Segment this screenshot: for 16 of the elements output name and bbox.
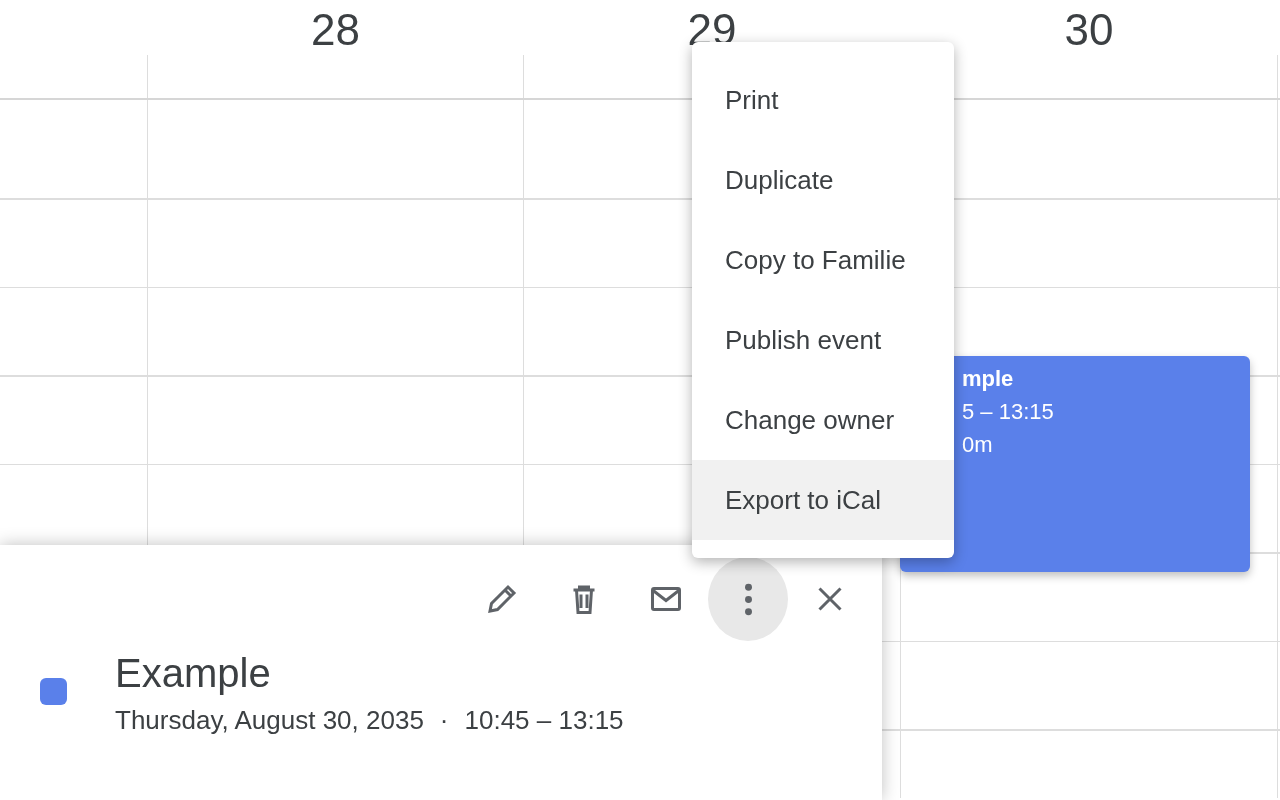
menu-item[interactable]: Copy to Familie xyxy=(692,220,954,300)
event-title: Example xyxy=(115,650,272,697)
event-date: Thursday, August 30, 2035 xyxy=(115,704,424,737)
day-number[interactable]: 28 xyxy=(148,8,523,52)
menu-item[interactable]: Export to iCal xyxy=(692,460,954,540)
event-text: 0m xyxy=(962,431,993,459)
menu-item[interactable]: Change owner xyxy=(692,380,954,460)
menu-item[interactable]: Print xyxy=(692,60,954,140)
menu-item[interactable]: Duplicate xyxy=(692,140,954,220)
day-number[interactable]: 30 xyxy=(901,8,1277,52)
separator-dot: · xyxy=(439,704,449,737)
event-time: 10:45 – 13:15 xyxy=(464,704,624,737)
more-icon xyxy=(743,582,753,616)
event-text: 5 – 13:15 xyxy=(962,398,1054,426)
event-title: mple xyxy=(962,365,1014,393)
menu-item[interactable]: Publish event xyxy=(692,300,954,380)
